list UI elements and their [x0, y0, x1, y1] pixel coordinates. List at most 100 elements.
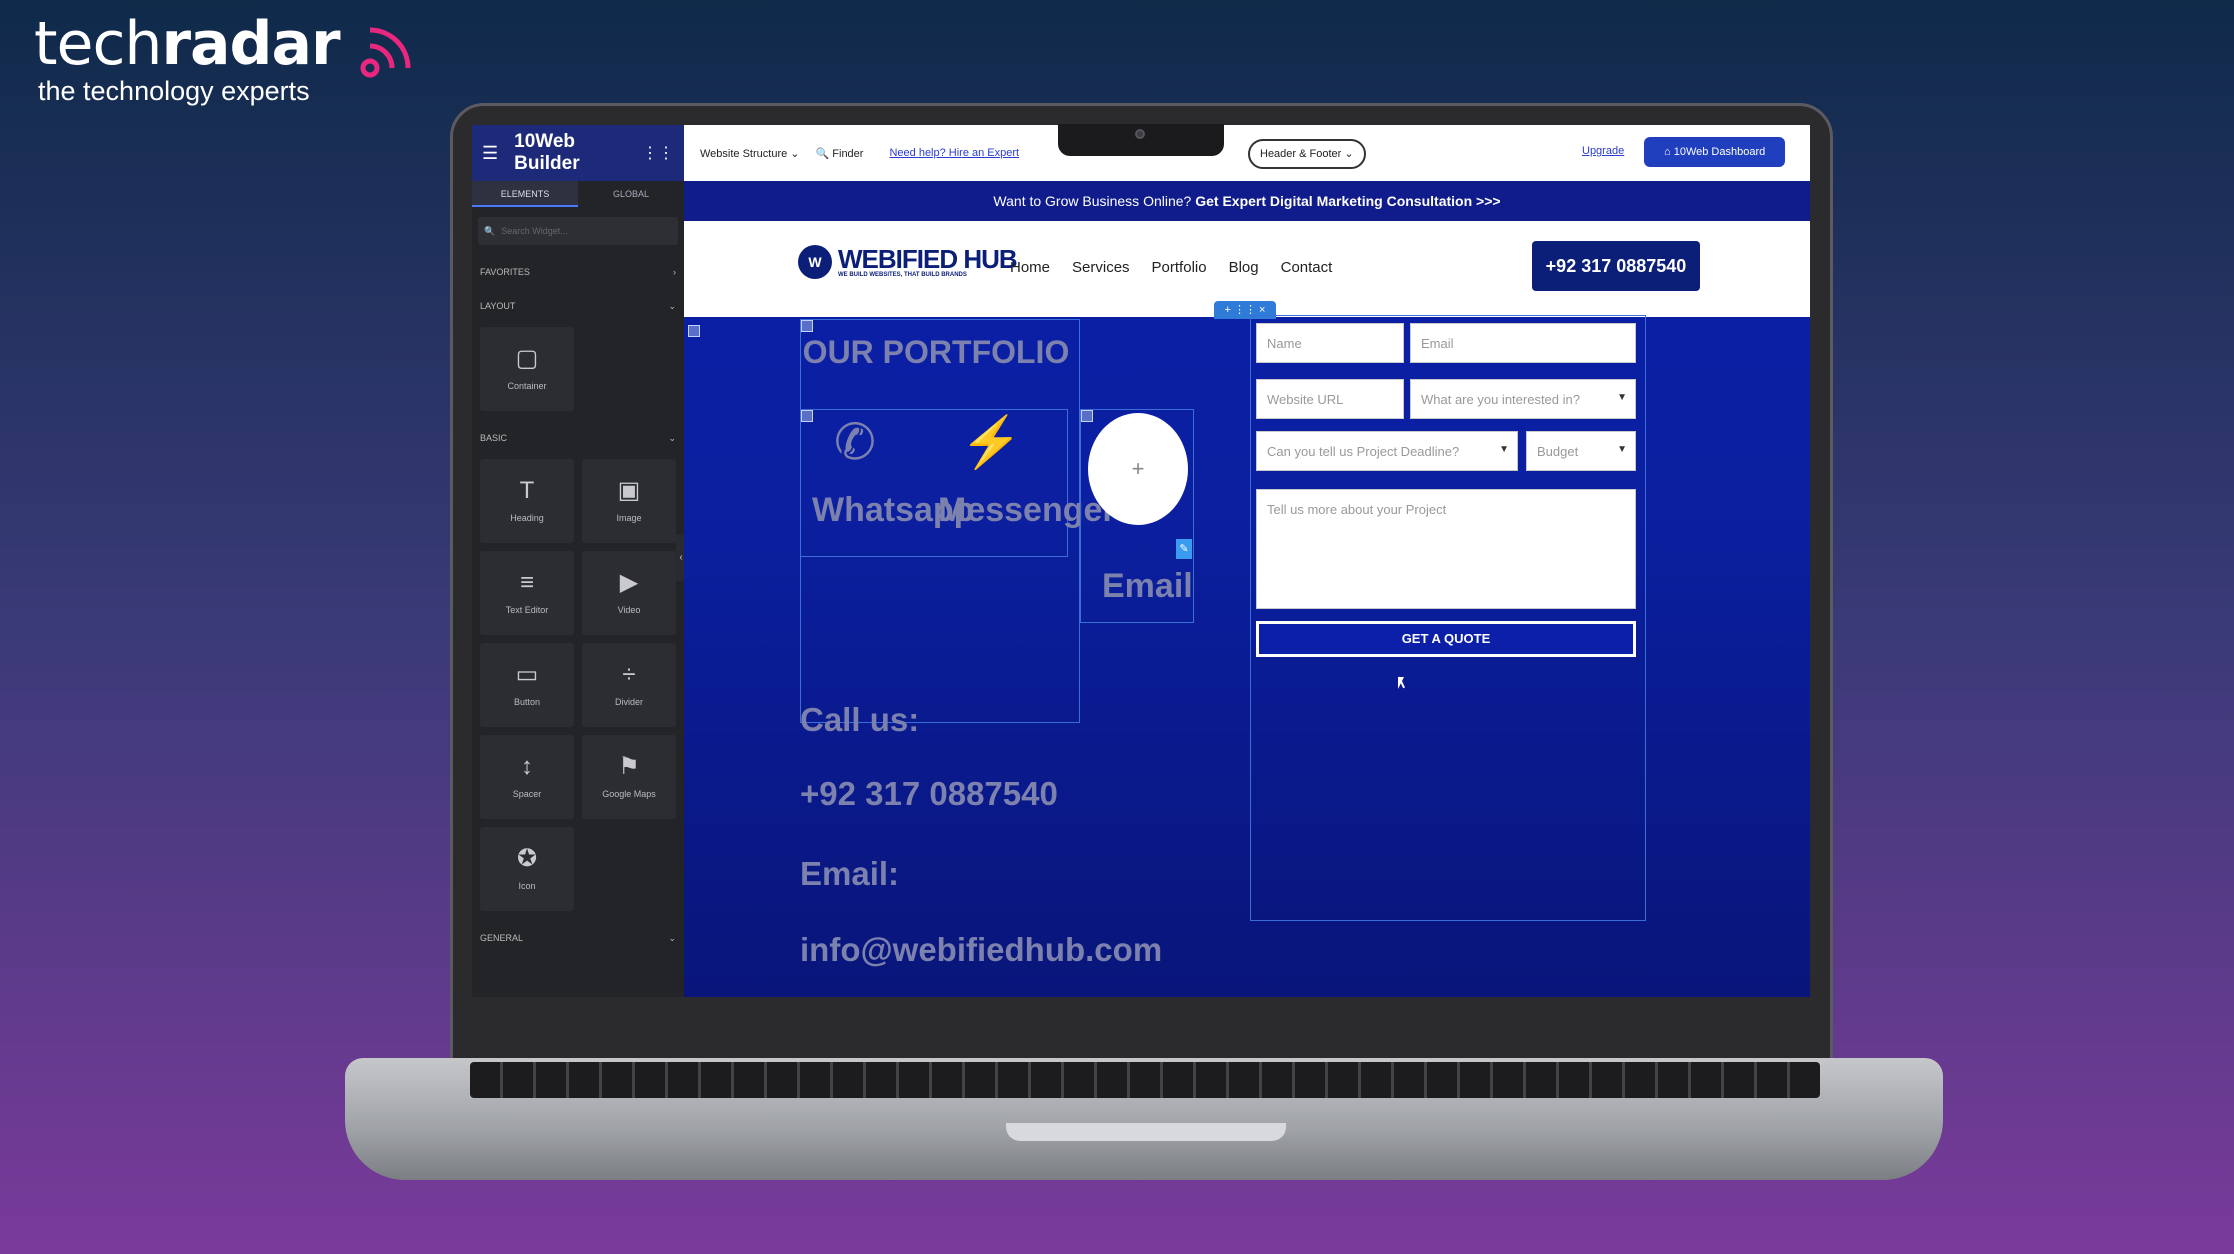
upgrade-link[interactable]: Upgrade [1582, 145, 1624, 157]
phone-button[interactable]: +92 317 0887540 [1532, 241, 1700, 291]
nav-blog[interactable]: Blog [1229, 259, 1259, 276]
tab-elements[interactable]: ELEMENTS [472, 181, 578, 207]
widget-select-handle[interactable] [1081, 410, 1093, 422]
email-label: Email [1102, 567, 1193, 605]
section-basic-label: BASIC [480, 433, 508, 443]
builder-sidebar: ☰ 10Web Builder ⋮⋮ ELEMENTS GLOBAL 🔍 Sea… [472, 125, 684, 997]
nav-services[interactable]: Services [1072, 259, 1130, 276]
dashboard-label: 10Web Dashboard [1673, 146, 1766, 158]
portfolio-heading: OUR PORTFOLIO [802, 334, 1070, 370]
widget-label: Google Maps [602, 789, 656, 799]
section-general[interactable]: GENERAL ⌄ [472, 921, 684, 955]
brand-word-radar: radar [161, 9, 340, 79]
brand-word-tech: tech [34, 9, 162, 79]
section-layout-label: LAYOUT [480, 301, 516, 311]
widget-spacer[interactable]: ↕ Spacer [480, 735, 574, 819]
star-icon: ✪ [516, 845, 538, 872]
search-icon: 🔍 [815, 147, 830, 160]
section-select-handle[interactable] [688, 325, 700, 337]
budget-select-value: Budget [1537, 444, 1579, 459]
deadline-select[interactable]: Can you tell us Project Deadline? ▼ [1256, 431, 1518, 471]
techradar-logo: techradar the technology experts [34, 14, 411, 107]
email-heading: Email: [800, 855, 900, 892]
nav-contact[interactable]: Contact [1281, 259, 1333, 276]
widget-google-maps[interactable]: ⚑ Google Maps [582, 735, 676, 819]
add-element-circle[interactable]: + [1088, 413, 1188, 525]
nav-home[interactable]: Home [1010, 259, 1050, 276]
widget-icon[interactable]: ✪ Icon [480, 827, 574, 911]
section-layout[interactable]: LAYOUT ⌄ [472, 289, 684, 323]
widget-button[interactable]: ▭ Button [480, 643, 574, 727]
section-basic[interactable]: BASIC ⌄ [472, 421, 684, 455]
container-select-handle[interactable] [801, 410, 813, 422]
laptop-screen: ☰ 10Web Builder ⋮⋮ ELEMENTS GLOBAL 🔍 Sea… [472, 125, 1810, 997]
section-favorites[interactable]: FAVORITES › [472, 255, 684, 289]
container-select-handle[interactable] [801, 320, 813, 332]
caret-down-icon: ▼ [1617, 392, 1627, 403]
budget-select[interactable]: Budget ▼ [1526, 431, 1636, 471]
site-header: W WEBIFIED HUB WE BUILD WEBSITES, THAT B… [684, 221, 1810, 319]
whatsapp-icon[interactable]: ✆ [834, 413, 876, 471]
interest-select-value: What are you interested in? [1421, 392, 1580, 407]
text-editor-icon: ≡ [519, 569, 534, 596]
widget-image[interactable]: ▣ Image [582, 459, 676, 543]
promo-text: Want to Grow Business Online? [993, 193, 1196, 209]
website-structure-dropdown[interactable]: Website Structure ⌄ [700, 147, 800, 160]
finder-button[interactable]: 🔍 Finder [816, 147, 864, 160]
layout-widgets: ▢ Container [472, 323, 684, 421]
widget-label: Button [513, 697, 541, 707]
section-favorites-label: FAVORITES [480, 267, 530, 277]
website-url-field[interactable]: Website URL [1256, 379, 1404, 419]
edit-pencil-icon[interactable]: ✎ [1176, 539, 1192, 559]
hire-expert-link[interactable]: Need help? Hire an Expert [889, 147, 1019, 159]
chevron-down-icon: ⌄ [668, 300, 676, 311]
sidebar-tabs: ELEMENTS GLOBAL [472, 181, 684, 207]
widget-video[interactable]: ▶ Video [582, 551, 676, 635]
call-us-number[interactable]: +92 317 0887540 [800, 775, 1058, 813]
container-icon: ▢ [515, 345, 539, 372]
sidebar-title: 10Web Builder [514, 131, 580, 174]
section-general-label: GENERAL [480, 933, 524, 943]
header-footer-dropdown[interactable]: Header & Footer ⌄ [1248, 139, 1366, 169]
project-details-textarea[interactable]: Tell us more about your Project [1256, 489, 1636, 609]
email-address[interactable]: info@webifiedhub.com [800, 931, 1162, 969]
promo-cta: Get Expert Digital Marketing Consultatio… [1195, 193, 1501, 209]
home-icon: ⌂ [1664, 146, 1671, 158]
search-icon: 🔍 [484, 225, 496, 236]
google-maps-icon: ⚑ [618, 753, 640, 780]
widget-divider[interactable]: ÷ Divider [582, 643, 676, 727]
widget-search-input[interactable]: 🔍 Search Widget... [478, 217, 678, 245]
spacer-icon: ↕ [521, 753, 533, 780]
nav-portfolio[interactable]: Portfolio [1152, 259, 1207, 276]
hamburger-menu-icon[interactable]: ☰ [482, 143, 498, 164]
site-logo[interactable]: W WEBIFIED HUB WE BUILD WEBSITES, THAT B… [798, 245, 1018, 279]
name-field[interactable]: Name [1256, 323, 1404, 363]
grid-menu-icon[interactable]: ⋮⋮ [642, 143, 674, 163]
get-a-quote-button[interactable]: GET A QUOTE [1256, 621, 1636, 657]
basic-widgets: T Heading ▣ Image ≡ Text Editor ▶ Video ▭ But… [472, 455, 684, 921]
widget-label: Video [617, 605, 641, 615]
finder-label: Finder [832, 147, 864, 160]
widget-label: Image [616, 513, 642, 523]
email-field[interactable]: Email [1410, 323, 1636, 363]
messenger-icon[interactable]: ⚡ [960, 413, 1022, 472]
widget-heading[interactable]: T Heading [480, 459, 574, 543]
site-nav: Home Services Portfolio Blog Contact [1010, 259, 1332, 276]
sidebar-header: ☰ 10Web Builder ⋮⋮ [472, 125, 684, 181]
widget-text-editor[interactable]: ≡ Text Editor [480, 551, 574, 635]
camera-icon [1135, 129, 1145, 139]
interest-select[interactable]: What are you interested in? ▼ [1410, 379, 1636, 419]
dashboard-button[interactable]: ⌂ 10Web Dashboard [1644, 137, 1786, 167]
deadline-select-value: Can you tell us Project Deadline? [1267, 444, 1460, 459]
tab-global[interactable]: GLOBAL [578, 181, 684, 207]
image-icon: ▣ [617, 477, 641, 504]
website-canvas: Want to Grow Business Online? Get Expert… [684, 181, 1810, 997]
video-icon: ▶ [619, 569, 639, 596]
widget-label: Text Editor [505, 605, 549, 615]
button-icon: ▭ [515, 661, 539, 688]
widget-container[interactable]: ▢ Container [480, 327, 574, 411]
laptop-opening-notch [1006, 1123, 1286, 1141]
promo-banner[interactable]: Want to Grow Business Online? Get Expert… [684, 181, 1810, 221]
logo-mark-icon: W [798, 245, 832, 279]
call-us-label: Call us: [800, 701, 920, 738]
